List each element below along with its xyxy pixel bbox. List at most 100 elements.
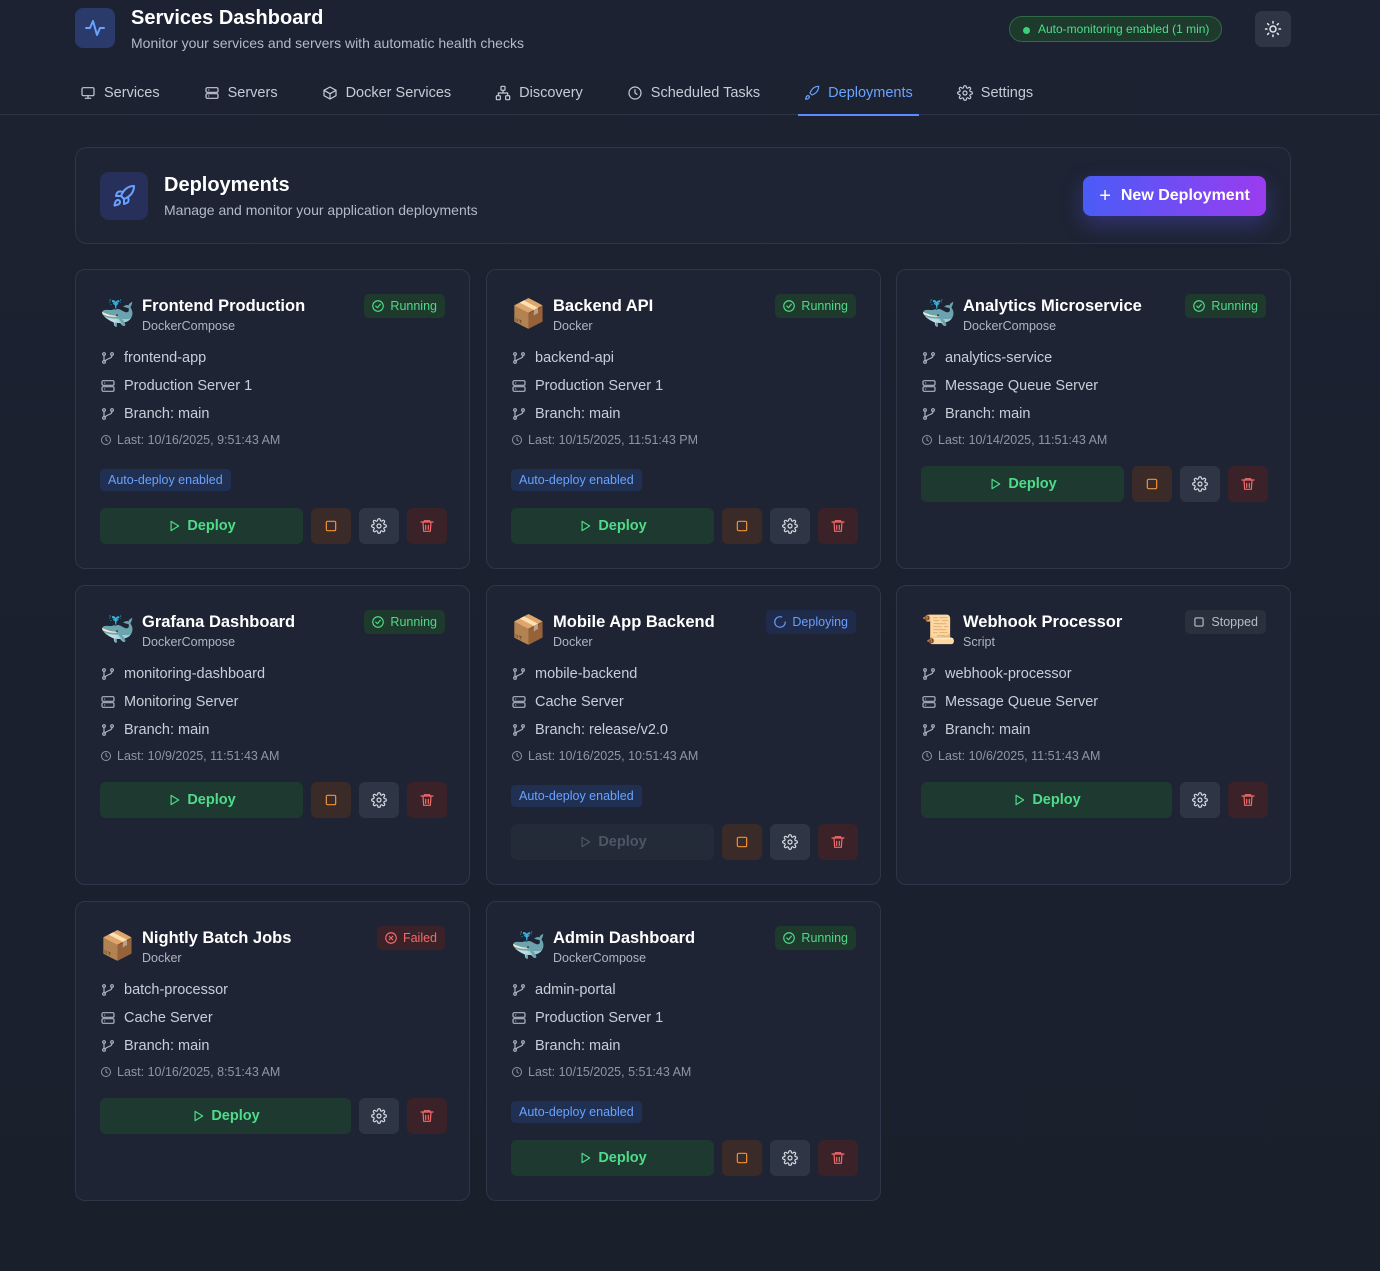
tab-settings[interactable]: Settings bbox=[955, 70, 1035, 115]
deployment-type: DockerCompose bbox=[142, 635, 236, 649]
delete-button[interactable] bbox=[1228, 782, 1268, 818]
play-icon bbox=[1015, 794, 1025, 806]
gear-icon bbox=[782, 834, 798, 850]
settings-button[interactable] bbox=[770, 824, 810, 860]
status-dot-icon bbox=[1023, 27, 1030, 34]
clock-icon bbox=[512, 435, 522, 445]
deployment-name: Webhook Processor bbox=[963, 613, 1123, 631]
spinner-icon bbox=[774, 616, 787, 628]
repository-row: batch-processor bbox=[100, 982, 228, 998]
delete-button[interactable] bbox=[407, 1098, 447, 1134]
deployment-type: Docker bbox=[553, 319, 593, 333]
theme-toggle-button[interactable] bbox=[1255, 11, 1291, 47]
delete-button[interactable] bbox=[1228, 466, 1268, 502]
square-icon bbox=[736, 836, 748, 848]
deploy-button[interactable]: Deploy bbox=[921, 466, 1124, 502]
status-label: Stopped bbox=[1211, 615, 1258, 629]
settings-button[interactable] bbox=[770, 508, 810, 544]
repository-name: batch-processor bbox=[124, 982, 228, 998]
settings-button[interactable] bbox=[359, 782, 399, 818]
tab-discovery[interactable]: Discovery bbox=[493, 70, 585, 115]
status-badge: Stopped bbox=[1185, 610, 1266, 634]
delete-button[interactable] bbox=[407, 508, 447, 544]
branch-name: Branch: main bbox=[535, 406, 621, 422]
status-badge: Running bbox=[775, 294, 856, 318]
gear-icon bbox=[782, 1150, 798, 1166]
gear-icon bbox=[956, 84, 973, 101]
tab-services[interactable]: Services bbox=[78, 70, 162, 115]
square-icon bbox=[736, 520, 748, 532]
clock-icon bbox=[101, 751, 111, 761]
trash-icon bbox=[831, 1152, 845, 1164]
last-deploy-time: Last: 10/15/2025, 11:51:43 PM bbox=[528, 433, 699, 447]
deploy-button[interactable]: Deploy bbox=[100, 508, 303, 544]
box-icon bbox=[322, 85, 337, 100]
stop-button[interactable] bbox=[311, 508, 351, 544]
deployment-name: Backend API bbox=[553, 297, 654, 315]
tab-scheduled-tasks[interactable]: Scheduled Tasks bbox=[625, 70, 762, 115]
deploy-label: Deploy bbox=[211, 1108, 260, 1124]
deploy-label: Deploy bbox=[598, 1150, 647, 1166]
settings-button[interactable] bbox=[1180, 782, 1220, 818]
network-icon bbox=[495, 85, 511, 100]
gear-icon bbox=[1192, 476, 1208, 492]
trash-icon bbox=[831, 836, 845, 848]
gear-icon bbox=[371, 792, 387, 808]
server-row: Cache Server bbox=[100, 1010, 213, 1026]
play-icon bbox=[194, 1110, 204, 1122]
deploy-button[interactable]: Deploy bbox=[100, 782, 303, 818]
delete-button[interactable] bbox=[818, 508, 858, 544]
status-badge: Running bbox=[364, 610, 445, 634]
delete-button[interactable] bbox=[818, 824, 858, 860]
check-circle-icon bbox=[372, 300, 385, 312]
deployment-name: Admin Dashboard bbox=[553, 929, 696, 947]
last-deploy-row: Last: 10/14/2025, 11:51:43 AM bbox=[921, 433, 1107, 447]
deployment-name: Grafana Dashboard bbox=[142, 613, 296, 631]
status-label: Running bbox=[1211, 299, 1258, 313]
last-deploy-row: Last: 10/16/2025, 9:51:43 AM bbox=[100, 433, 280, 447]
x-circle-icon bbox=[385, 932, 397, 944]
deployment-type-icon: 📦 bbox=[511, 298, 546, 329]
stop-button[interactable] bbox=[722, 508, 762, 544]
tab-docker-services[interactable]: Docker Services bbox=[320, 70, 454, 115]
delete-button[interactable] bbox=[818, 1140, 858, 1176]
last-deploy-time: Last: 10/16/2025, 9:51:43 AM bbox=[117, 433, 281, 447]
repository-row: webhook-processor bbox=[921, 666, 1072, 682]
stop-button[interactable] bbox=[722, 824, 762, 860]
server-row: Production Server 1 bbox=[511, 378, 663, 394]
stop-button[interactable] bbox=[311, 782, 351, 818]
tab-deployments[interactable]: Deployments bbox=[798, 70, 919, 116]
deploy-label: Deploy bbox=[598, 518, 647, 534]
settings-button[interactable] bbox=[359, 1098, 399, 1134]
deploy-button[interactable]: Deploy bbox=[100, 1098, 351, 1134]
deploy-button[interactable]: Deploy bbox=[511, 824, 714, 860]
delete-button[interactable] bbox=[407, 782, 447, 818]
repository-row: mobile-backend bbox=[511, 666, 637, 682]
branch-row: Branch: main bbox=[100, 722, 209, 738]
stop-button[interactable] bbox=[1132, 466, 1172, 502]
stop-button[interactable] bbox=[722, 1140, 762, 1176]
play-icon bbox=[170, 520, 180, 532]
settings-button[interactable] bbox=[770, 1140, 810, 1176]
status-label: Running bbox=[390, 615, 437, 629]
square-icon bbox=[325, 520, 337, 532]
settings-button[interactable] bbox=[1180, 466, 1220, 502]
repository-row: monitoring-dashboard bbox=[100, 666, 265, 682]
play-icon bbox=[170, 794, 180, 806]
repository-name: admin-portal bbox=[535, 982, 616, 998]
deploy-button[interactable]: Deploy bbox=[511, 508, 714, 544]
new-deployment-button[interactable]: + New Deployment bbox=[1083, 176, 1266, 216]
deploy-button[interactable]: Deploy bbox=[511, 1140, 714, 1176]
branch-icon bbox=[513, 352, 525, 364]
trash-icon bbox=[420, 520, 434, 532]
tab-servers[interactable]: Servers bbox=[202, 70, 280, 115]
play-icon bbox=[991, 478, 1001, 490]
clock-icon bbox=[101, 435, 111, 445]
server-row: Production Server 1 bbox=[100, 378, 252, 394]
repository-row: frontend-app bbox=[100, 350, 206, 366]
square-icon bbox=[1146, 478, 1158, 490]
settings-button[interactable] bbox=[359, 508, 399, 544]
server-row: Message Queue Server bbox=[921, 378, 1098, 394]
server-icon bbox=[512, 380, 526, 392]
deploy-button[interactable]: Deploy bbox=[921, 782, 1172, 818]
